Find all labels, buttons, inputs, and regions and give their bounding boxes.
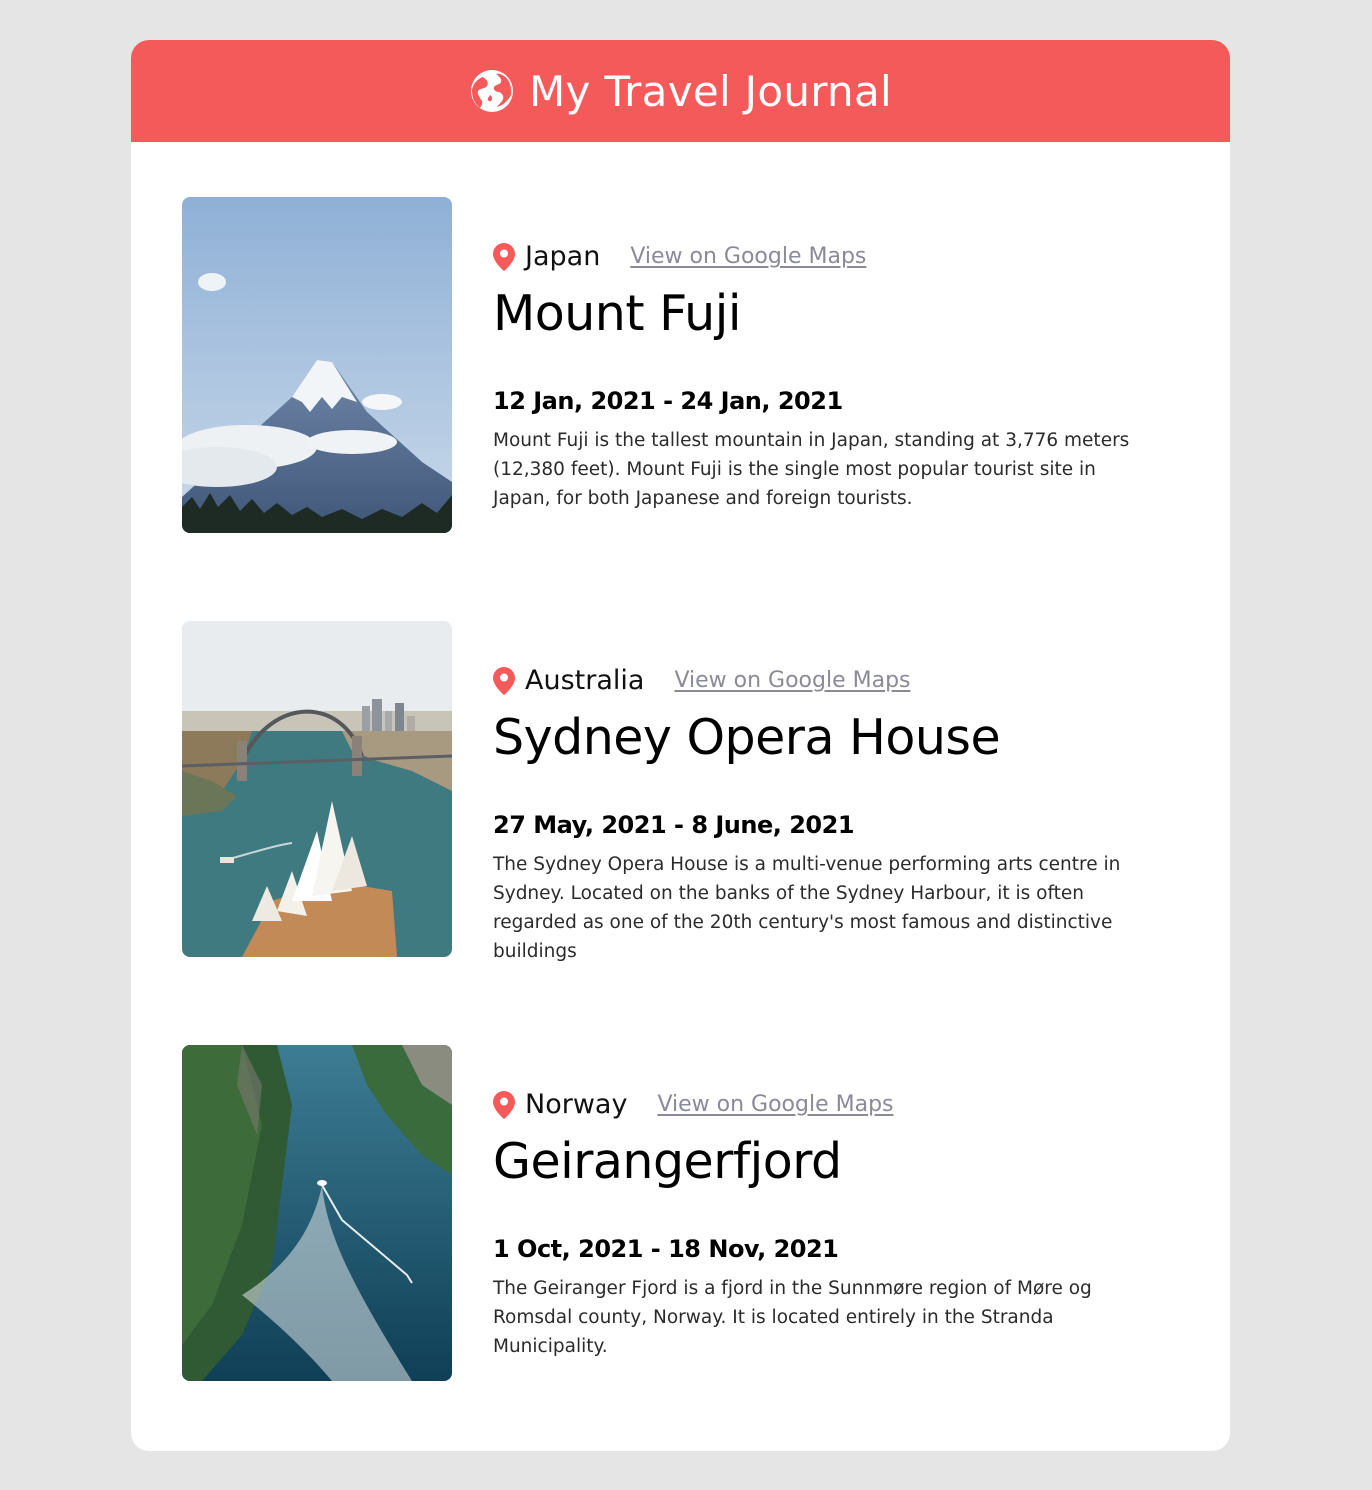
entry-title: Sydney Opera House bbox=[493, 709, 1001, 766]
location-row: Australia View on Google Maps bbox=[493, 665, 911, 696]
entry-title: Geirangerfjord bbox=[493, 1133, 842, 1190]
location-row: Japan View on Google Maps bbox=[493, 241, 866, 272]
location-pin-icon bbox=[493, 1090, 515, 1119]
entry-dates: 1 Oct, 2021 - 18 Nov, 2021 bbox=[493, 1235, 839, 1263]
google-maps-link[interactable]: View on Google Maps bbox=[630, 244, 866, 269]
journal-card: My Travel Journal Japan View on Google M… bbox=[131, 40, 1230, 1451]
header-bar: My Travel Journal bbox=[131, 40, 1230, 142]
app-title: My Travel Journal bbox=[528, 66, 892, 116]
country-label: Australia bbox=[525, 665, 645, 696]
country-label: Japan bbox=[525, 241, 601, 272]
country-label: Norway bbox=[525, 1089, 628, 1120]
google-maps-link[interactable]: View on Google Maps bbox=[674, 668, 910, 693]
journal-entry: Japan View on Google Maps Mount Fuji 12 … bbox=[182, 197, 1182, 533]
entry-description: The Sydney Opera House is a multi-venue … bbox=[493, 854, 1121, 962]
location-row: Norway View on Google Maps bbox=[493, 1089, 894, 1120]
entry-dates: 12 Jan, 2021 - 24 Jan, 2021 bbox=[493, 387, 843, 415]
entry-photo-sydney-opera-house bbox=[182, 621, 452, 957]
location-pin-icon bbox=[493, 666, 515, 695]
entry-photo-geirangerfjord bbox=[182, 1045, 452, 1381]
google-maps-link[interactable]: View on Google Maps bbox=[657, 1092, 893, 1117]
journal-entry: Australia View on Google Maps Sydney Ope… bbox=[182, 621, 1182, 962]
entry-dates: 27 May, 2021 - 8 June, 2021 bbox=[493, 811, 855, 839]
entry-title: Mount Fuji bbox=[493, 285, 741, 342]
globe-icon bbox=[470, 70, 513, 112]
location-pin-icon bbox=[493, 242, 515, 271]
entry-photo-mount-fuji bbox=[182, 197, 452, 533]
entry-description: The Geiranger Fjord is a fjord in the Su… bbox=[493, 1278, 1092, 1357]
entry-description: Mount Fuji is the tallest mountain in Ja… bbox=[493, 430, 1130, 509]
journal-entry: Norway View on Google Maps Geirangerfjor… bbox=[182, 1045, 1182, 1381]
